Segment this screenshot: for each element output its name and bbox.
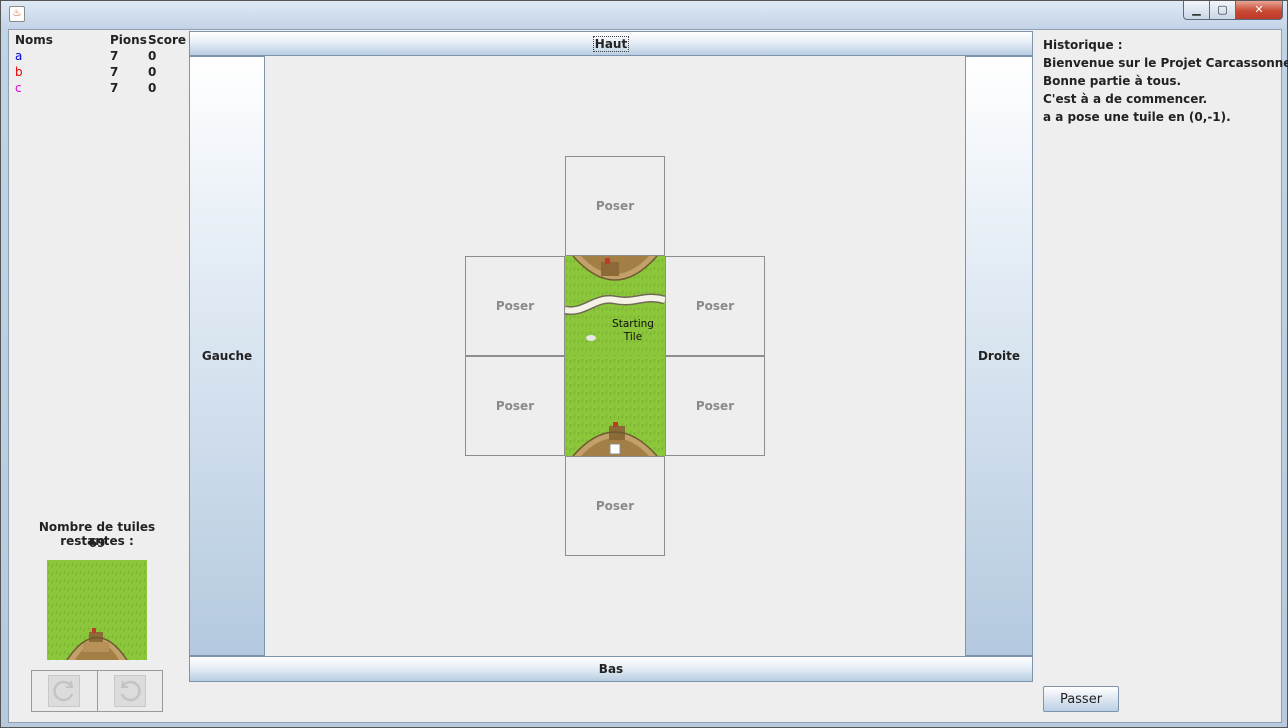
- scroll-up-label: Haut: [592, 35, 630, 52]
- minimize-button[interactable]: ▁: [1183, 1, 1210, 20]
- scroll-down-label: Bas: [598, 662, 624, 676]
- player-score: 0: [148, 81, 157, 95]
- scroll-right-label: Droite: [977, 349, 1021, 363]
- rotate-right-button[interactable]: [97, 671, 162, 711]
- players-header-row: Noms Pions Score: [15, 32, 190, 48]
- history-line: a a pose une tuile en (0,-1).: [1043, 110, 1231, 124]
- rotation-controls: [31, 670, 163, 712]
- scroll-right-button[interactable]: Droite: [965, 56, 1033, 656]
- main-content: Noms Pions Score a 7 0 b 7 0 c 7 0 Nombr…: [8, 29, 1288, 723]
- remaining-tiles-count: 69: [88, 536, 106, 550]
- place-label: Poser: [595, 199, 635, 213]
- player-pawns: 7: [110, 65, 119, 79]
- place-label: Poser: [495, 399, 535, 413]
- place-label: Poser: [495, 299, 535, 313]
- place-tile-cell[interactable]: Poser: [565, 456, 665, 556]
- window-controls: ▁ ▢ ✕: [1183, 1, 1283, 21]
- history-line: Bienvenue sur le Projet Carcassonne !: [1043, 56, 1288, 70]
- scroll-left-button[interactable]: Gauche: [189, 56, 265, 656]
- header-names: Noms: [15, 33, 53, 47]
- starting-tile-text-line2: Tile: [623, 331, 642, 343]
- title-bar: ♨ ▁ ▢ ✕: [1, 1, 1288, 29]
- place-tile-cell[interactable]: Poser: [465, 256, 565, 356]
- place-label: Poser: [695, 399, 735, 413]
- player-row: b 7 0: [15, 64, 190, 80]
- rotate-clockwise-icon: [48, 675, 80, 707]
- maximize-button[interactable]: ▢: [1210, 1, 1236, 20]
- rotate-counterclockwise-icon: [114, 675, 146, 707]
- player-row: a 7 0: [15, 48, 190, 64]
- place-label: Poser: [695, 299, 735, 313]
- rotate-left-button[interactable]: [32, 671, 97, 711]
- starting-tile-text-line1: Starting: [612, 318, 654, 330]
- place-label: Poser: [595, 499, 635, 513]
- java-cup-icon: ♨: [9, 6, 25, 22]
- place-tile-cell[interactable]: Poser: [665, 356, 765, 456]
- scroll-left-label: Gauche: [201, 349, 253, 363]
- history-title: Historique :: [1043, 38, 1123, 52]
- player-pawns: 7: [110, 49, 119, 63]
- player-name: c: [15, 81, 22, 95]
- pass-button-label: Passer: [1059, 691, 1103, 707]
- player-score: 0: [148, 49, 157, 63]
- next-tile-preview: [47, 560, 147, 660]
- player-row: c 7 0: [15, 80, 190, 96]
- starting-tile: Starting Tile: [565, 256, 665, 356]
- scroll-up-button[interactable]: Haut: [189, 31, 1033, 56]
- history-panel: Historique : Bienvenue sur le Projet Car…: [1043, 36, 1288, 126]
- history-line: Bonne partie à tous.: [1043, 74, 1182, 88]
- scroll-down-button[interactable]: Bas: [189, 656, 1033, 682]
- placed-tile: [565, 356, 665, 456]
- player-name: b: [15, 65, 23, 79]
- game-board: Poser Poser Poser Poser Poser Poser Star…: [265, 56, 965, 656]
- close-button[interactable]: ✕: [1236, 1, 1283, 20]
- player-score: 0: [148, 65, 157, 79]
- history-line: C'est à a de commencer.: [1043, 92, 1208, 106]
- place-tile-cell[interactable]: Poser: [465, 356, 565, 456]
- player-name: a: [15, 49, 23, 63]
- header-pawns: Pions: [110, 33, 147, 47]
- players-table: Noms Pions Score a 7 0 b 7 0 c 7 0: [15, 32, 190, 96]
- pass-button[interactable]: Passer: [1043, 686, 1119, 712]
- place-tile-cell[interactable]: Poser: [665, 256, 765, 356]
- app-window: ♨ ▁ ▢ ✕ Noms Pions Score a 7 0 b 7 0 c 7…: [0, 0, 1288, 728]
- header-score: Score: [148, 33, 187, 47]
- place-tile-cell[interactable]: Poser: [565, 156, 665, 256]
- player-pawns: 7: [110, 81, 119, 95]
